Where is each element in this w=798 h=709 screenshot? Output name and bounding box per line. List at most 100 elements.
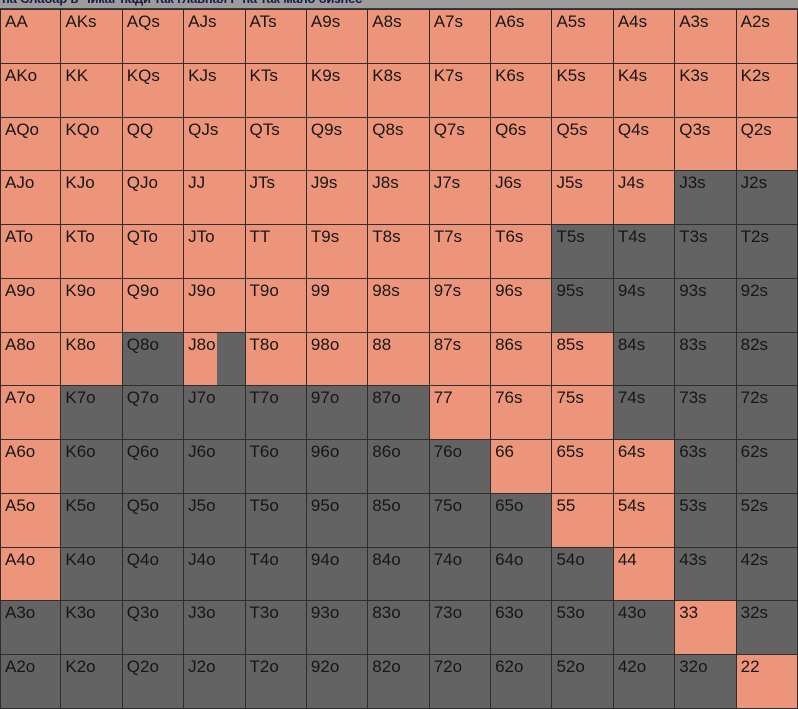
hand-cell[interactable]: 96o — [306, 440, 369, 494]
hand-cell[interactable]: ATs — [245, 10, 307, 64]
hand-cell[interactable]: 43o — [613, 601, 676, 656]
hand-cell[interactable]: 88 — [368, 332, 430, 387]
hand-cell[interactable]: A2o — [0, 655, 62, 709]
hand-cell[interactable]: K9s — [306, 63, 369, 118]
hand-cell[interactable]: J7o — [184, 386, 246, 441]
hand-cell[interactable]: 63s — [675, 440, 737, 494]
hand-cell[interactable]: 52o — [552, 655, 614, 709]
hand-cell[interactable]: AJs — [184, 10, 246, 64]
hand-cell[interactable]: 62o — [491, 655, 553, 709]
hand-cell[interactable]: 53s — [675, 493, 737, 548]
hand-cell[interactable]: JTs — [245, 171, 307, 226]
hand-cell[interactable]: K6o — [61, 440, 123, 494]
hand-cell[interactable]: 86o — [368, 440, 430, 494]
hand-cell[interactable]: K3s — [675, 63, 737, 118]
hand-cell[interactable]: 87o — [368, 386, 430, 441]
hand-cell[interactable]: T3s — [675, 225, 737, 279]
hand-cell[interactable]: K4s — [613, 63, 676, 118]
hand-cell[interactable]: 93o — [306, 601, 369, 656]
hand-cell[interactable]: 75s — [552, 386, 614, 441]
hand-cell[interactable]: 84o — [368, 547, 430, 602]
hand-cell[interactable]: 92s — [736, 278, 798, 333]
hand-cell[interactable]: A5o — [0, 493, 62, 548]
hand-cell[interactable]: J3s — [675, 171, 737, 226]
hand-cell[interactable]: T5s — [552, 225, 614, 279]
hand-cell[interactable]: A2s — [736, 10, 798, 64]
hand-cell[interactable]: T5o — [245, 493, 307, 548]
hand-cell[interactable]: 99 — [306, 278, 369, 333]
hand-cell[interactable]: 54o — [552, 547, 614, 602]
hand-cell[interactable]: 98o — [306, 332, 369, 387]
hand-cell[interactable]: 52s — [736, 493, 798, 548]
hand-cell[interactable]: 95o — [306, 493, 369, 548]
hand-cell[interactable]: KJo — [61, 171, 123, 226]
hand-cell[interactable]: 94s — [613, 278, 676, 333]
hand-cell[interactable]: 83s — [675, 332, 737, 387]
hand-cell[interactable]: 73o — [429, 601, 492, 656]
hand-cell[interactable]: 77 — [429, 386, 492, 441]
hand-cell[interactable]: T9o — [245, 278, 307, 333]
hand-cell[interactable]: 98s — [368, 278, 430, 333]
hand-cell[interactable]: J2s — [736, 171, 798, 226]
hand-cell[interactable]: A8s — [368, 10, 430, 64]
hand-cell[interactable]: 65s — [552, 440, 614, 494]
hand-cell[interactable]: QJo — [122, 171, 185, 226]
hand-cell[interactable]: A8o — [0, 332, 62, 387]
hand-cell[interactable]: 64s — [613, 440, 676, 494]
hand-cell[interactable]: 94o — [306, 547, 369, 602]
hand-cell[interactable]: T8s — [368, 225, 430, 279]
hand-cell[interactable]: 73s — [675, 386, 737, 441]
hand-cell[interactable]: J6o — [184, 440, 246, 494]
hand-cell[interactable]: 76s — [491, 386, 553, 441]
hand-cell[interactable]: T4o — [245, 547, 307, 602]
hand-cell[interactable]: 66 — [491, 440, 553, 494]
hand-cell[interactable]: T9s — [306, 225, 369, 279]
hand-cell[interactable]: Q5o — [122, 493, 185, 548]
hand-cell[interactable]: 72o — [429, 655, 492, 709]
hand-cell[interactable]: 72s — [736, 386, 798, 441]
hand-cell[interactable]: A3s — [675, 10, 737, 64]
hand-cell[interactable]: ATo — [0, 225, 62, 279]
hand-cell[interactable]: Q6s — [491, 117, 553, 172]
hand-cell[interactable]: A7o — [0, 386, 62, 441]
hand-cell[interactable]: A9s — [306, 10, 369, 64]
hand-cell[interactable]: Q7o — [122, 386, 185, 441]
hand-cell[interactable]: 42o — [613, 655, 676, 709]
hand-cell[interactable]: K7s — [429, 63, 492, 118]
hand-cell[interactable]: T2s — [736, 225, 798, 279]
hand-cell[interactable]: 75o — [429, 493, 492, 548]
hand-cell[interactable]: T7s — [429, 225, 492, 279]
hand-cell[interactable]: 22 — [736, 655, 798, 709]
hand-cell[interactable]: AKo — [0, 63, 62, 118]
hand-cell[interactable]: A4o — [0, 547, 62, 602]
hand-cell[interactable]: 43s — [675, 547, 737, 602]
hand-cell[interactable]: 55 — [552, 493, 614, 548]
hand-cell[interactable]: Q4s — [613, 117, 676, 172]
hand-cell[interactable]: Q6o — [122, 440, 185, 494]
hand-cell[interactable]: 84s — [613, 332, 676, 387]
hand-cell[interactable]: J5s — [552, 171, 614, 226]
hand-cell[interactable]: 42s — [736, 547, 798, 602]
hand-cell[interactable]: 64o — [491, 547, 553, 602]
hand-cell[interactable]: 82o — [368, 655, 430, 709]
hand-cell[interactable]: AQo — [0, 117, 62, 172]
hand-cell[interactable]: KK — [61, 63, 123, 118]
hand-cell[interactable]: A6o — [0, 440, 62, 494]
hand-cell[interactable]: KJs — [184, 63, 246, 118]
hand-cell[interactable]: A4s — [613, 10, 676, 64]
hand-cell[interactable]: K8o — [61, 332, 123, 387]
hand-cell[interactable]: J9o — [184, 278, 246, 333]
hand-cell[interactable]: Q4o — [122, 547, 185, 602]
hand-cell[interactable]: 92o — [306, 655, 369, 709]
hand-cell[interactable]: K7o — [61, 386, 123, 441]
hand-cell[interactable]: 62s — [736, 440, 798, 494]
hand-cell[interactable]: J7s — [429, 171, 492, 226]
hand-cell[interactable]: Q9s — [306, 117, 369, 172]
hand-cell[interactable]: J4o — [184, 547, 246, 602]
hand-cell[interactable]: KTo — [61, 225, 123, 279]
hand-cell[interactable]: 85s — [552, 332, 614, 387]
hand-cell[interactable]: J5o — [184, 493, 246, 548]
hand-cell[interactable]: 93s — [675, 278, 737, 333]
hand-cell[interactable]: K8s — [368, 63, 430, 118]
hand-cell[interactable]: TT — [245, 225, 307, 279]
